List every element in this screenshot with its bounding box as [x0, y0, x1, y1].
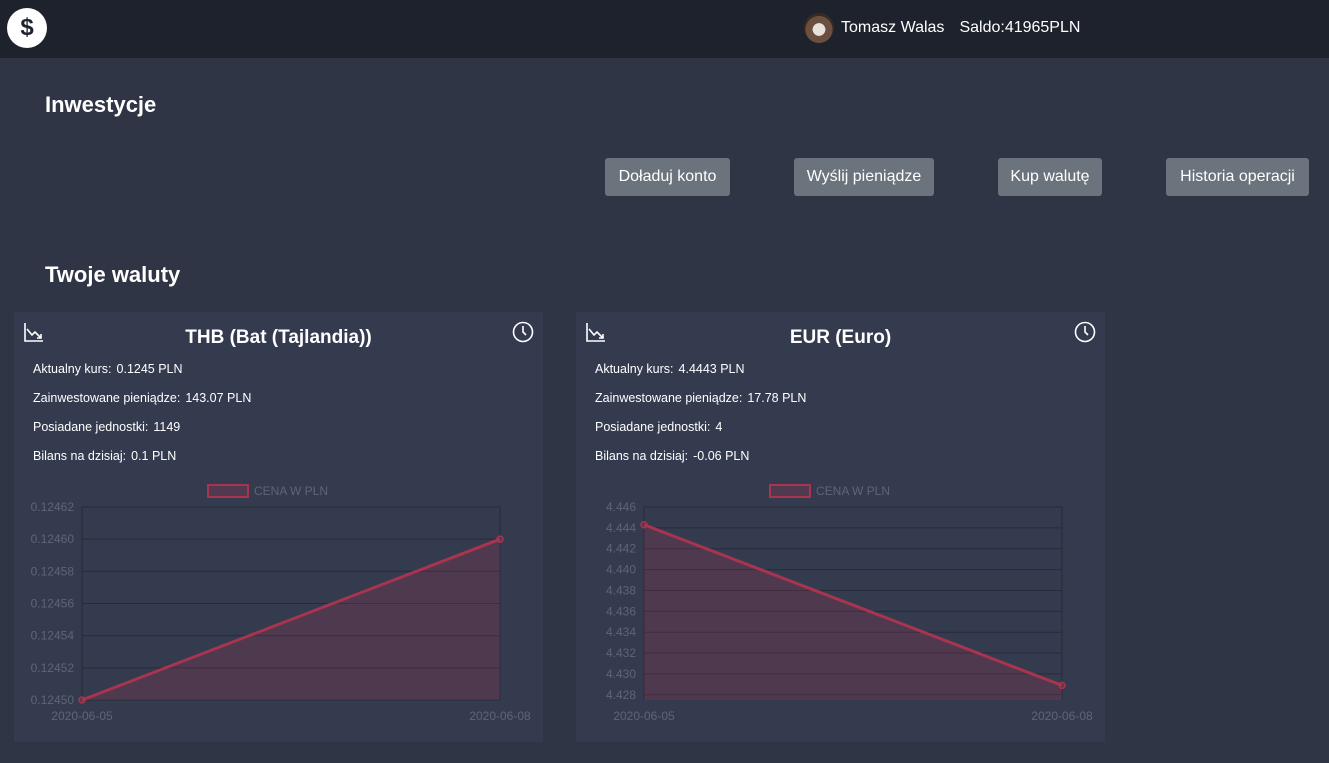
saldo-value: 41965PLN — [1004, 19, 1081, 36]
saldo: Saldo:41965PLN — [959, 19, 1080, 37]
y-tick-label: 0.12450 — [31, 693, 75, 707]
saldo-label: Saldo: — [959, 19, 1005, 36]
units-value: 1149 — [153, 420, 181, 434]
balance-label: Bilans na dzisiaj: — [595, 449, 689, 463]
y-tick-label: 0.12458 — [31, 564, 75, 578]
page-title: Inwestycje — [45, 92, 157, 117]
invested-stat: Zainwestowane pieniądze: 143.07 PLN — [33, 391, 251, 405]
invested-stat: Zainwestowane pieniądze: 17.78 PLN — [595, 391, 806, 405]
rate-value: 4.4443 PLN — [678, 362, 745, 376]
y-tick-label: 4.446 — [606, 500, 636, 514]
series-area — [644, 524, 1062, 700]
dollar-logo-icon[interactable]: $ — [7, 8, 47, 48]
x-tick-label: 2020-06-08 — [469, 709, 531, 723]
currency-card: EUR (Euro) Aktualny kurs: 4.4443 PLN Zain… — [576, 312, 1105, 742]
legend-swatch — [207, 484, 249, 498]
y-tick-label: 4.442 — [606, 542, 636, 556]
user-name[interactable]: Tomasz Walas — [841, 19, 944, 37]
send-money-button[interactable]: Wyślij pieniądze — [794, 158, 934, 196]
rate-stat: Aktualny kurs: 0.1245 PLN — [33, 362, 183, 376]
data-point — [1058, 681, 1066, 690]
price-chart: CENA W PLN 4.446 4.444 4.442 4.440 4.438 4.436… — [606, 484, 1093, 723]
y-tick-label: 0.12454 — [31, 629, 75, 643]
rate-label: Aktualny kurs: — [33, 362, 112, 376]
invested-label: Zainwestowane pieniądze: — [33, 391, 181, 405]
data-point — [496, 535, 504, 543]
balance-stat: Bilans na dzisiaj: 0.1 PLN — [33, 449, 176, 463]
balance-label: Bilans na dzisiaj: — [33, 449, 127, 463]
topup-button[interactable]: Doładuj konto — [605, 158, 730, 196]
x-tick-label: 2020-06-08 — [1031, 709, 1093, 723]
y-tick-label: 0.12462 — [31, 500, 75, 514]
top-navbar: $ Tomasz Walas Saldo:41965PLN — [0, 0, 1329, 58]
rate-value: 0.1245 PLN — [116, 362, 183, 376]
units-stat: Posiadane jednostki: 1149 — [33, 420, 180, 434]
card-title: EUR (Euro) — [789, 327, 892, 348]
balance-value: -0.06 PLN — [693, 449, 750, 463]
units-label: Posiadane jednostki: — [33, 420, 149, 434]
units-stat: Posiadane jednostki: 4 — [595, 420, 722, 434]
card-title: THB (Bat (Tajlandia)) — [185, 327, 372, 348]
invested-value: 17.78 PLN — [747, 391, 807, 405]
y-tick-label: 4.444 — [606, 521, 636, 535]
clock-icon[interactable] — [1074, 321, 1096, 348]
legend-label: CENA W PLN — [816, 484, 890, 498]
avatar[interactable] — [804, 13, 834, 43]
y-tick-label: 4.436 — [606, 604, 636, 618]
y-tick-label: 4.438 — [606, 583, 636, 597]
y-tick-label: 0.12456 — [31, 597, 75, 611]
rate-stat: Aktualny kurs: 4.4443 PLN — [595, 362, 745, 376]
units-value: 4 — [715, 420, 723, 434]
balance-value: 0.1 PLN — [131, 449, 177, 463]
section-title: Twoje waluty — [45, 262, 181, 287]
y-tick-label: 4.430 — [606, 667, 636, 681]
units-label: Posiadane jednostki: — [595, 420, 711, 434]
data-point — [78, 696, 86, 704]
clock-icon[interactable] — [512, 321, 534, 348]
price-chart: CENA W PLN 0.12462 0.12460 0.12458 0.12456 0.… — [31, 484, 531, 723]
invested-value: 143.07 PLN — [185, 391, 252, 405]
currency-card: THB (Bat (Tajlandia)) Aktualny kurs: 0.12… — [14, 312, 543, 742]
x-tick-label: 2020-06-05 — [613, 709, 675, 723]
legend-label: CENA W PLN — [254, 484, 328, 498]
x-tick-label: 2020-06-05 — [51, 709, 113, 723]
buy-currency-button[interactable]: Kup walutę — [998, 158, 1102, 196]
balance-stat: Bilans na dzisiaj: -0.06 PLN — [595, 449, 749, 463]
y-tick-label: 4.432 — [606, 646, 636, 660]
rate-label: Aktualny kurs: — [595, 362, 674, 376]
y-tick-label: 4.440 — [606, 563, 636, 577]
invested-label: Zainwestowane pieniądze: — [595, 391, 743, 405]
history-button[interactable]: Historia operacji — [1166, 158, 1309, 196]
y-tick-label: 0.12460 — [31, 532, 75, 546]
data-point — [640, 520, 648, 529]
user-info: Tomasz Walas Saldo:41965PLN — [804, 13, 1080, 43]
y-tick-label: 0.12452 — [31, 661, 75, 675]
y-tick-label: 4.434 — [606, 625, 636, 639]
legend-swatch — [769, 484, 811, 498]
y-tick-label: 4.428 — [606, 688, 636, 702]
